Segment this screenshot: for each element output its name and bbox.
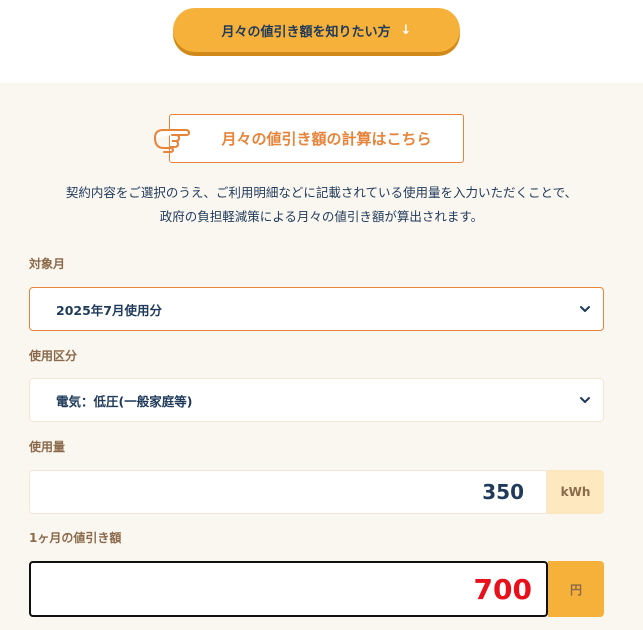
- monthly-discount-row: 700 円: [29, 561, 604, 617]
- usage-amount-unit: kWh: [547, 470, 604, 514]
- description-line-1: 契約内容をご選択のうえ、ご利用明細などに記載されている使用量を入力いただくことで…: [65, 185, 578, 200]
- description: 契約内容をご選択のうえ、ご利用明細などに記載されている使用量を入力いただくことで…: [0, 181, 643, 229]
- top-section: 月々の値引き額を知りたい方 ↓: [0, 0, 643, 83]
- arrow-down-icon: ↓: [400, 22, 412, 38]
- usage-category-select[interactable]: 電気：低圧(一般家庭等): [29, 378, 604, 422]
- chevron-down-icon: [580, 397, 590, 403]
- description-line-2: 政府の負担軽減策による月々の値引き額が算出されます。: [159, 209, 484, 224]
- target-month-value: 2025年7月使用分: [56, 302, 162, 318]
- discount-info-button[interactable]: 月々の値引き額を知りたい方 ↓: [173, 8, 460, 52]
- monthly-discount-output: 700: [29, 561, 548, 617]
- calculator-heading-box: 月々の値引き額の計算はこちら: [169, 114, 464, 163]
- target-month-label: 対象月: [29, 257, 66, 271]
- chevron-down-icon: [580, 306, 590, 312]
- discount-info-button-label: 月々の値引き額を知りたい方: [221, 24, 391, 40]
- usage-category-value: 電気：低圧(一般家庭等): [56, 393, 193, 409]
- usage-amount-row: 350 kWh: [29, 470, 604, 514]
- monthly-discount-label: 1ヶ月の値引き額: [29, 531, 122, 545]
- monthly-discount-unit: 円: [548, 561, 604, 617]
- target-month-select[interactable]: 2025年7月使用分: [29, 287, 604, 331]
- pointing-hand-icon: [154, 129, 190, 153]
- calculator-panel: 月々の値引き額の計算はこちら 契約内容をご選択のうえ、ご利用明細などに記載されて…: [0, 83, 643, 630]
- usage-amount-input[interactable]: 350: [29, 470, 547, 514]
- calculator-heading: 月々の値引き額の計算はこちら: [221, 130, 432, 148]
- usage-category-label: 使用区分: [29, 349, 78, 363]
- usage-amount-label: 使用量: [29, 440, 66, 454]
